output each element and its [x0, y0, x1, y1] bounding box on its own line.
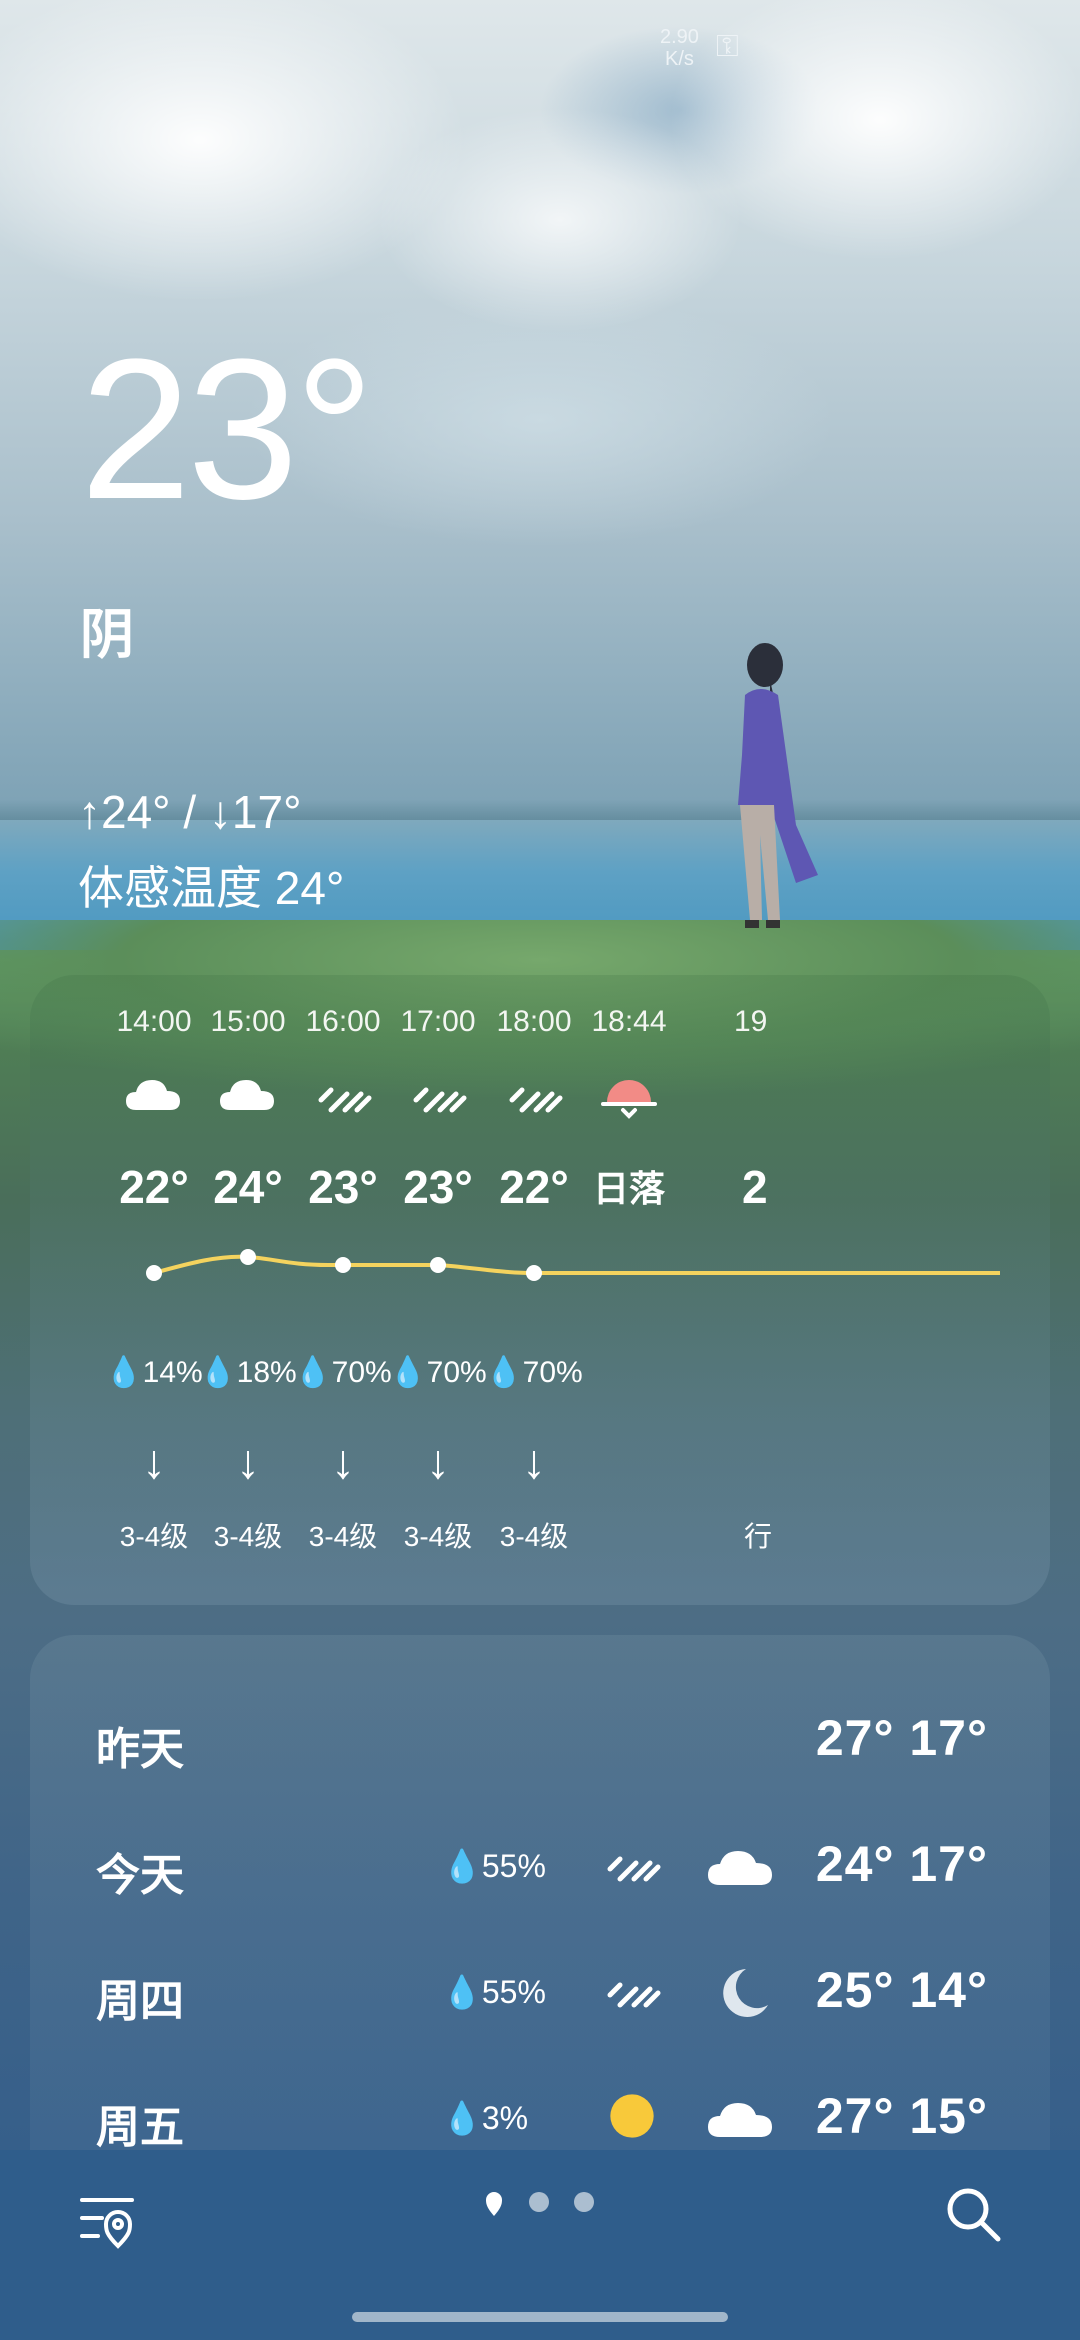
- curve-point: [430, 1257, 446, 1273]
- drop-icon: 💧: [485, 1356, 523, 1389]
- hour-precip: 💧70%: [485, 1356, 583, 1389]
- status-bar: 2.90 K/s ⚿: [660, 26, 739, 70]
- temperature-curve: [146, 1249, 1000, 1281]
- page-indicator[interactable]: [484, 2190, 604, 2220]
- drop-icon: 💧: [442, 1848, 482, 1884]
- hour-temp: 2: [742, 1161, 768, 1213]
- rain-icon: [413, 1087, 467, 1113]
- curve-point: [335, 1257, 351, 1273]
- drop-icon: 💧: [199, 1356, 237, 1389]
- page-dot: [529, 2192, 549, 2212]
- rain-icon: [607, 1982, 661, 2008]
- current-condition: 阴: [80, 605, 134, 665]
- day-precip: 💧3%: [442, 2100, 529, 2136]
- curve-point: [146, 1265, 162, 1281]
- hour-time: 18:44: [591, 1005, 667, 1038]
- hour-wind: 行: [744, 1521, 773, 1552]
- sun-icon: [610, 2094, 654, 2138]
- temperature-curve-line: [153, 1254, 1000, 1275]
- daily-row[interactable]: 昨天 27° 17°: [30, 1685, 1050, 1795]
- hourly-forecast-card[interactable]: 14:00 22° 💧14% ↓ 3-4级 15:00 24° 💧18% ↓ 3…: [30, 975, 1050, 1605]
- curve-point: [240, 1249, 256, 1265]
- hour-temp: 日落: [592, 1168, 665, 1209]
- high-low-temperature: ↑24° / ↓17°: [78, 786, 302, 838]
- rain-icon: [607, 1856, 661, 1882]
- curve-point: [526, 1265, 542, 1281]
- net-speed-unit: K/s: [665, 48, 694, 70]
- day-temps: 27° 15°: [815, 2088, 988, 2144]
- cloud-icon: [220, 1080, 274, 1110]
- home-indicator[interactable]: [352, 2312, 728, 2322]
- day-name: 周五: [96, 2103, 184, 2152]
- woman-illustration: [738, 643, 818, 928]
- cloud-icon: [126, 1080, 180, 1110]
- day-temps: 27° 17°: [815, 1710, 988, 1766]
- hour-wind: 3-4级: [499, 1521, 569, 1552]
- drop-icon: 💧: [294, 1356, 332, 1389]
- day-name: 今天: [96, 1851, 184, 1900]
- city-list-button[interactable]: [78, 2190, 138, 2250]
- drop-icon: 💧: [105, 1356, 143, 1389]
- net-speed-value: 2.90: [660, 26, 699, 48]
- rain-icon: [318, 1087, 372, 1113]
- sunset-icon: [601, 1080, 657, 1119]
- current-temperature: 23°: [80, 318, 374, 541]
- drop-icon: 💧: [389, 1356, 427, 1389]
- day-temps: 24° 17°: [815, 1836, 988, 1892]
- day-precip: 💧55%: [442, 1848, 546, 1884]
- hour-time: 19: [734, 1005, 768, 1038]
- key-icon: ⚿: [716, 30, 739, 63]
- location-pin-icon: [486, 2192, 502, 2216]
- day-name: 周四: [96, 1977, 184, 2026]
- moon-icon: [723, 1969, 768, 2017]
- page-dot: [574, 2192, 594, 2212]
- rain-icon: [509, 1087, 563, 1113]
- feels-like-temperature: 体感温度 24°: [78, 862, 345, 914]
- cloud-icon: [708, 2103, 772, 2137]
- drop-icon: 💧: [442, 1974, 482, 2010]
- daily-row[interactable]: 周四 💧55% 25° 14°: [30, 1937, 1050, 2047]
- search-icon[interactable]: [944, 2185, 1004, 2245]
- daily-row[interactable]: 今天 💧55% 24° 17°: [30, 1811, 1050, 1921]
- wind-direction-icon: ↓: [522, 1436, 546, 1489]
- drop-icon: 💧: [442, 2100, 482, 2136]
- cloud-icon: [708, 1851, 772, 1885]
- day-temps: 25° 14°: [815, 1962, 988, 2018]
- day-name: 昨天: [96, 1725, 184, 1774]
- day-precip: 💧55%: [442, 1974, 546, 2010]
